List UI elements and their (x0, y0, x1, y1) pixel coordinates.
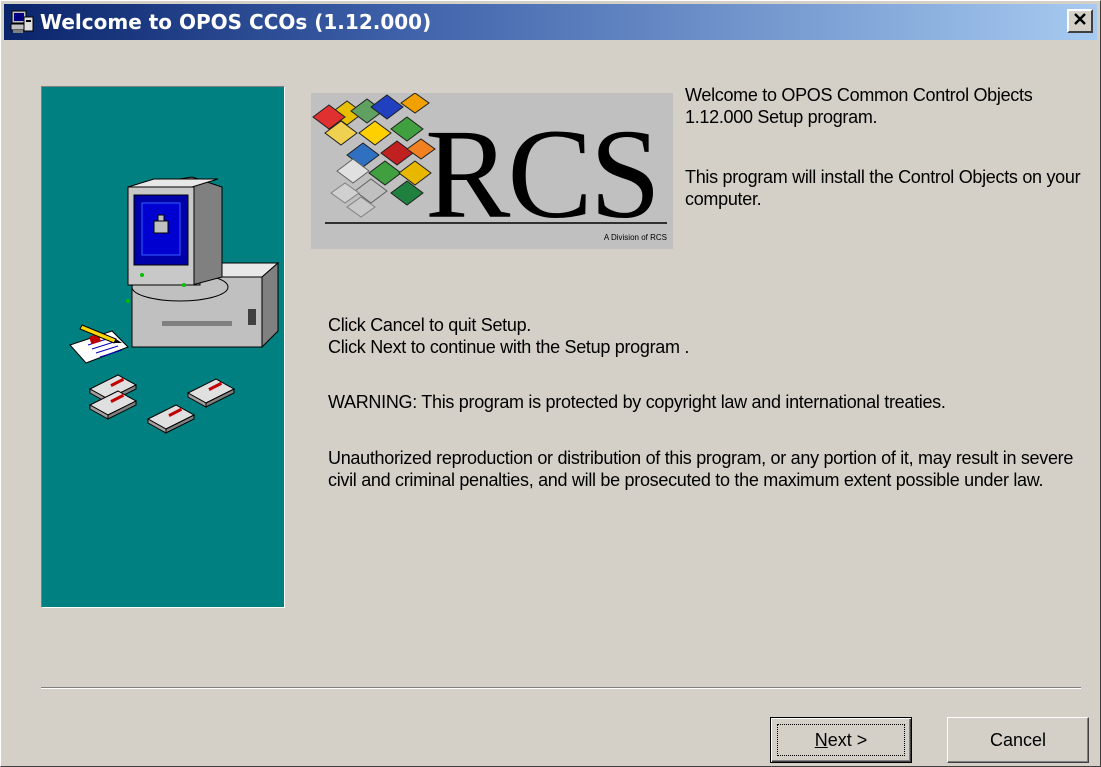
cubes (312, 93, 436, 218)
close-button[interactable] (1067, 9, 1093, 33)
unauthorized-notice: Unauthorized reproduction or distributio… (328, 448, 1074, 490)
setup-computer-icon (10, 10, 34, 34)
rcs-logo: RCS A Division of RCS (311, 93, 673, 249)
welcome-text: Welcome to OPOS Common Control Objects 1… (685, 85, 1033, 127)
floppy-disks (88, 374, 236, 434)
separator-line (41, 687, 1081, 689)
computer-illustration (69, 176, 280, 434)
cancel-instruction: Click Cancel to quit Setup. (328, 315, 532, 335)
cancel-button[interactable]: Cancel (947, 717, 1089, 763)
next-button[interactable]: Next > (770, 717, 912, 763)
setup-dialog: Welcome to OPOS CCOs (1.12.000) RCS A Di… (0, 0, 1101, 767)
copyright-warning: WARNING: This program is protected by co… (328, 392, 946, 412)
window-title: Welcome to OPOS CCOs (1.12.000) (40, 10, 432, 34)
cancel-button-label: Cancel (989, 729, 1047, 750)
title-bar[interactable]: Welcome to OPOS CCOs (1.12.000) (4, 4, 1097, 40)
next-instruction: Click Next to continue with the Setup pr… (328, 337, 690, 357)
side-panel (41, 86, 285, 608)
close-icon (1073, 12, 1087, 31)
logo-text: RCS (425, 103, 661, 245)
install-description: This program will install the Control Ob… (685, 167, 1081, 209)
logo-subtitle: A Division of RCS (603, 233, 667, 242)
focus-rectangle (777, 724, 905, 756)
notepad (69, 324, 129, 364)
